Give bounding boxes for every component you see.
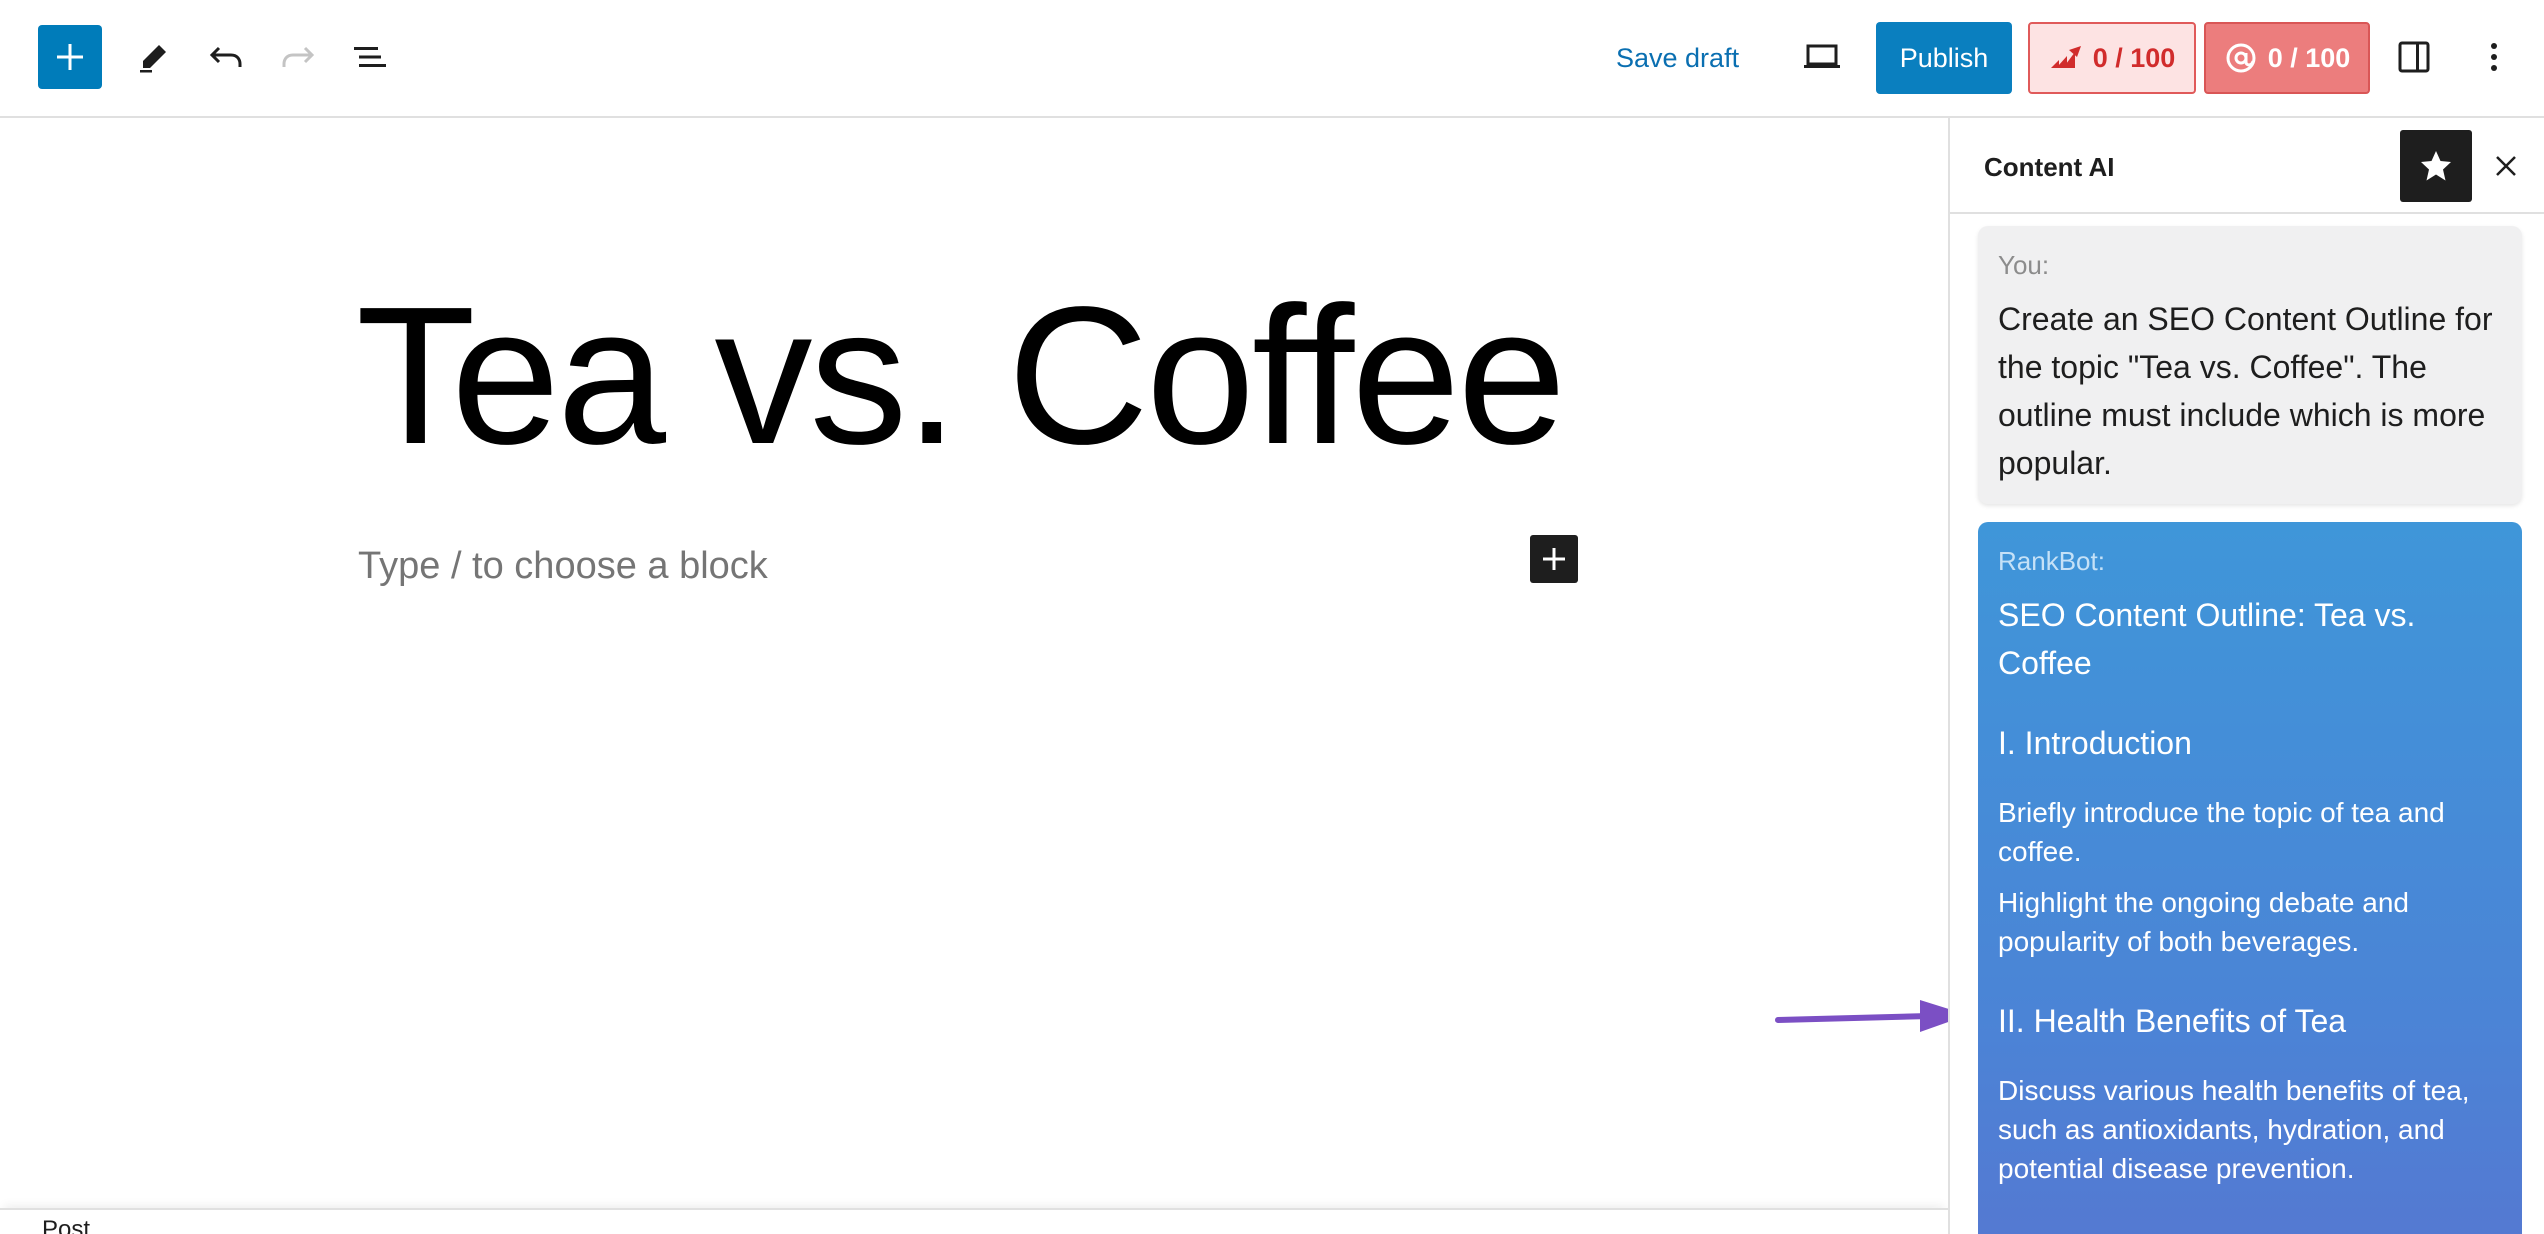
- pin-sidebar-button[interactable]: [2400, 130, 2472, 202]
- pencil-icon: [140, 45, 166, 73]
- outline-heading: SEO Content Outline: Tea vs. Coffee: [1998, 597, 2416, 681]
- rankbot-message: RankBot: SEO Content Outline: Tea vs. Co…: [1978, 522, 2522, 1234]
- editor-footer: Post: [0, 1208, 1948, 1234]
- seo-score-button[interactable]: 0 / 100: [2028, 22, 2196, 94]
- post-title[interactable]: Tea vs. Coffee: [356, 278, 1566, 474]
- sidebar-toggle-icon: [2398, 41, 2430, 73]
- sidebar-header: Content AI: [1950, 118, 2544, 214]
- breadcrumb[interactable]: Post: [42, 1216, 90, 1234]
- vertical-ellipsis-icon: [2491, 43, 2497, 71]
- user-message-author: You:: [1998, 250, 2050, 280]
- plus-icon: [57, 44, 83, 70]
- tools-button[interactable]: [122, 25, 186, 89]
- publish-button[interactable]: Publish: [1876, 22, 2012, 94]
- list-view-icon: [354, 47, 386, 67]
- seo-score-value: 0 / 100: [2092, 42, 2176, 73]
- close-sidebar-button[interactable]: [2486, 146, 2526, 186]
- outline-point: Highlight the ongoing debate and popular…: [1998, 887, 2410, 957]
- document-overview-button[interactable]: [338, 25, 402, 89]
- rankbot-message-author: RankBot:: [1998, 546, 2105, 576]
- add-block-button[interactable]: [1530, 535, 1578, 583]
- undo-button[interactable]: [194, 25, 258, 89]
- annotation-arrow-icon: [1775, 1000, 1968, 1032]
- sidebar-title: Content AI: [1984, 152, 2115, 182]
- user-message: You: Create an SEO Content Outline for t…: [1978, 226, 2522, 504]
- content-ai-score-value: 0 / 100: [2267, 42, 2351, 73]
- settings-toggle-button[interactable]: [2382, 25, 2446, 89]
- editor-toolbar: Save draft Publish 0 / 100 0 / 100: [0, 0, 2544, 118]
- at-sign-icon: [2226, 43, 2256, 73]
- outline-point: Discuss various health benefits of tea, …: [1998, 1075, 2470, 1184]
- laptop-icon: [1804, 44, 1840, 68]
- rankmath-chart-icon: [2050, 46, 2081, 68]
- outline-point: Briefly introduce the topic of tea and c…: [1998, 797, 2445, 867]
- outline-section-title: II. Health Benefits of Tea: [1998, 1003, 2347, 1039]
- redo-button[interactable]: [266, 25, 330, 89]
- star-icon: [2421, 151, 2451, 181]
- plus-icon: [1543, 548, 1565, 570]
- save-draft-button[interactable]: Save draft: [1600, 34, 1755, 82]
- redo-icon: [282, 46, 315, 67]
- editor-canvas: Tea vs. Coffee Type / to choose a block: [0, 118, 1968, 1208]
- close-icon: [2496, 156, 2516, 176]
- preview-button[interactable]: [1790, 25, 1854, 89]
- options-menu-button[interactable]: [2462, 25, 2526, 89]
- block-inserter-button[interactable]: [38, 25, 102, 89]
- undo-icon: [209, 46, 242, 67]
- content-ai-score-button[interactable]: 0 / 100: [2204, 22, 2370, 94]
- block-placeholder[interactable]: Type / to choose a block: [358, 545, 768, 588]
- outline-section-title: I. Introduction: [1998, 725, 2192, 761]
- content-ai-sidebar: Content AI You: Create an SEO Content Ou…: [1948, 118, 2544, 1234]
- user-message-text: Create an SEO Content Outline for the to…: [1998, 301, 2493, 481]
